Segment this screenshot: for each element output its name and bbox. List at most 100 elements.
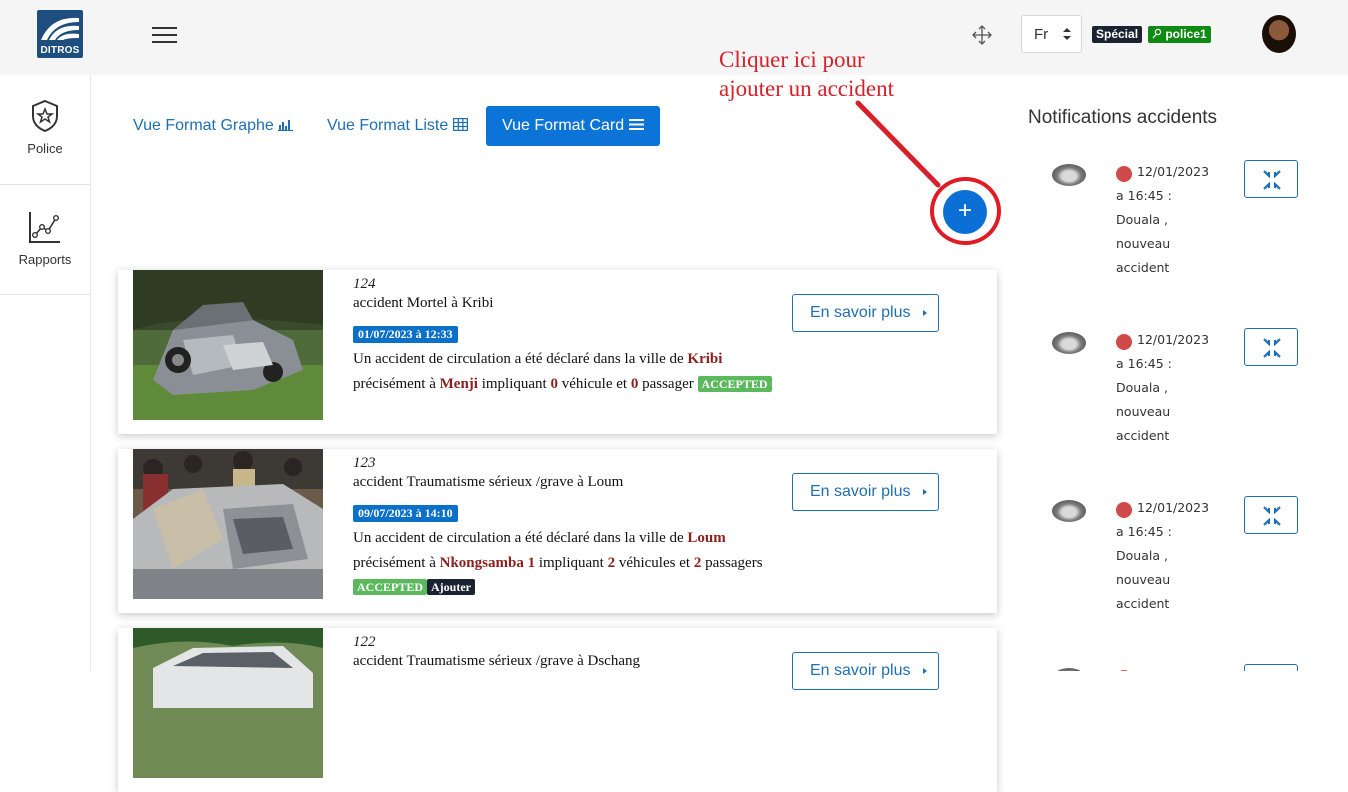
sidebar-divider [0,294,90,295]
notification-text: 12/01/2023 a 16:45 : Douala , nouveau ac… [1116,328,1236,448]
notification-date: 12/01/2023 [1137,164,1210,179]
notification-line: nouveau [1116,236,1171,251]
notifications-title: Notifications accidents [1028,107,1218,128]
user-badge[interactable]: police1 [1148,26,1211,43]
ditros-logo[interactable]: DITROS [37,10,83,58]
accident-description: Un accident de circulation a été déclaré… [353,347,773,396]
accident-photo [133,628,323,778]
accident-title: accident Mortel à Kribi [353,295,494,311]
desc-text: véhicule et [561,375,628,392]
sidebar-item-rapports[interactable]: Rapports [0,210,90,267]
notification-city: Douala , [1116,548,1168,563]
accident-date-badge: 09/07/2023 à 14:10 [353,505,458,522]
annotation-arrow-icon [855,100,941,188]
fullscreen-move-icon[interactable] [971,24,993,46]
desc-text: passagers [705,554,763,571]
add-accident-button[interactable]: + [943,190,987,234]
notification-date: 12/01/2023 [1137,332,1210,347]
bar-chart-icon [278,120,294,131]
status-badge: ACCEPTED [353,579,428,595]
sidebar: Police Rapports [0,75,91,671]
collapse-button[interactable] [1244,160,1298,198]
table-icon [452,118,468,132]
desc-text: précisément à [353,554,436,571]
notification-city: Douala , [1116,212,1168,227]
accident-id: 122 [353,634,376,650]
accident-title: accident Traumatisme sérieux /grave à Ds… [353,653,640,669]
accident-card: 123 accident Traumatisme sérieux /grave … [118,449,997,613]
select-arrows-icon [1063,28,1071,40]
notification-time: a 16:45 : [1116,356,1172,371]
language-select[interactable]: Fr [1021,15,1082,53]
notification-text: 12/01/2023 a 16:45 : Douala , nouveau ac… [1116,496,1236,616]
chart-line-icon [29,212,60,243]
police-badge-icon [32,99,58,133]
read-more-button[interactable]: En savoir plus [792,652,939,690]
accident-id: 124 [353,276,376,292]
notification-line: accident [1116,596,1170,611]
accident-title: accident Traumatisme sérieux /grave à Lo… [353,474,624,490]
notification-line: accident [1116,260,1170,275]
annotation-line: Cliquer ici pour [719,47,865,72]
user-name: police1 [1165,27,1207,41]
role-badge: Spécial [1092,26,1143,43]
tab-graph-view[interactable]: Vue Format Graphe [133,106,294,146]
accident-photo [133,449,323,599]
notification-date: 12/01/2023 [1137,500,1210,515]
desc-passenger-count: 0 [630,375,639,392]
caret-right-icon [923,310,927,316]
desc-place: Nkongsamba 1 [439,554,536,571]
desc-passenger-count: 2 [693,554,702,571]
caret-right-icon [923,489,927,495]
tab-label: Vue Format Liste [327,117,449,134]
collapse-button[interactable] [1244,496,1298,534]
notification-line: accident [1116,428,1170,443]
top-navbar: DITROS Fr Spécial police1 [0,0,1348,75]
logo-text: DITROS [40,45,80,56]
sidebar-item-label: Police [27,141,63,156]
desc-text: véhicules [618,554,676,571]
desc-vehicle-count: 0 [550,375,558,392]
accident-id: 123 [353,455,376,471]
notification-line: nouveau [1116,404,1171,419]
tab-list-view[interactable]: Vue Format Liste [327,106,468,146]
accident-description: Un accident de circulation a été déclaré… [353,526,773,600]
compress-arrows-icon [1263,170,1281,190]
compress-arrows-icon [1263,338,1281,358]
read-more-button[interactable]: En savoir plus [792,294,939,332]
collapse-button[interactable] [1244,328,1298,366]
accident-date-badge: 01/07/2023 à 12:33 [353,326,458,343]
notification-item [1050,664,1310,671]
collapse-button[interactable] [1244,664,1298,671]
user-icon [1152,28,1162,39]
notification-city: Douala , [1116,380,1168,395]
status-badge: ACCEPTED [697,375,772,392]
sidebar-divider [0,184,90,185]
tab-label: Vue Format Card [502,117,625,134]
tab-card-view[interactable]: Vue Format Card [486,106,660,146]
language-value: Fr [1034,26,1049,43]
desc-text: passager [642,375,694,392]
read-more-button[interactable]: En savoir plus [792,473,939,511]
card-list-icon [628,119,644,130]
caret-right-icon [923,668,927,674]
notification-time: a 16:45 : [1116,524,1172,539]
add-badge[interactable]: Ajouter [427,579,475,595]
accident-thumbnail [1052,164,1086,186]
notification-item: 12/01/2023 a 16:45 : Douala , nouveau ac… [1050,160,1310,310]
desc-vehicle-count: 2 [607,554,616,571]
desc-text: impliquant [481,375,547,392]
desc-text: précisément à [353,375,436,392]
accident-thumbnail [1052,332,1086,354]
accident-thumbnail [1052,500,1086,522]
desc-text: Un accident de circulation a été déclaré… [353,351,684,367]
sidebar-item-police[interactable]: Police [0,99,90,156]
user-avatar[interactable] [1262,15,1296,53]
notification-time: a 16:45 : [1116,188,1172,203]
menu-toggle-icon[interactable] [152,26,178,44]
notification-line: nouveau [1116,572,1171,587]
tab-label: Vue Format Graphe [133,117,274,134]
accident-photo [133,270,323,420]
desc-city: Kribi [687,351,723,367]
desc-text: Un accident de circulation a été déclaré… [353,530,684,546]
